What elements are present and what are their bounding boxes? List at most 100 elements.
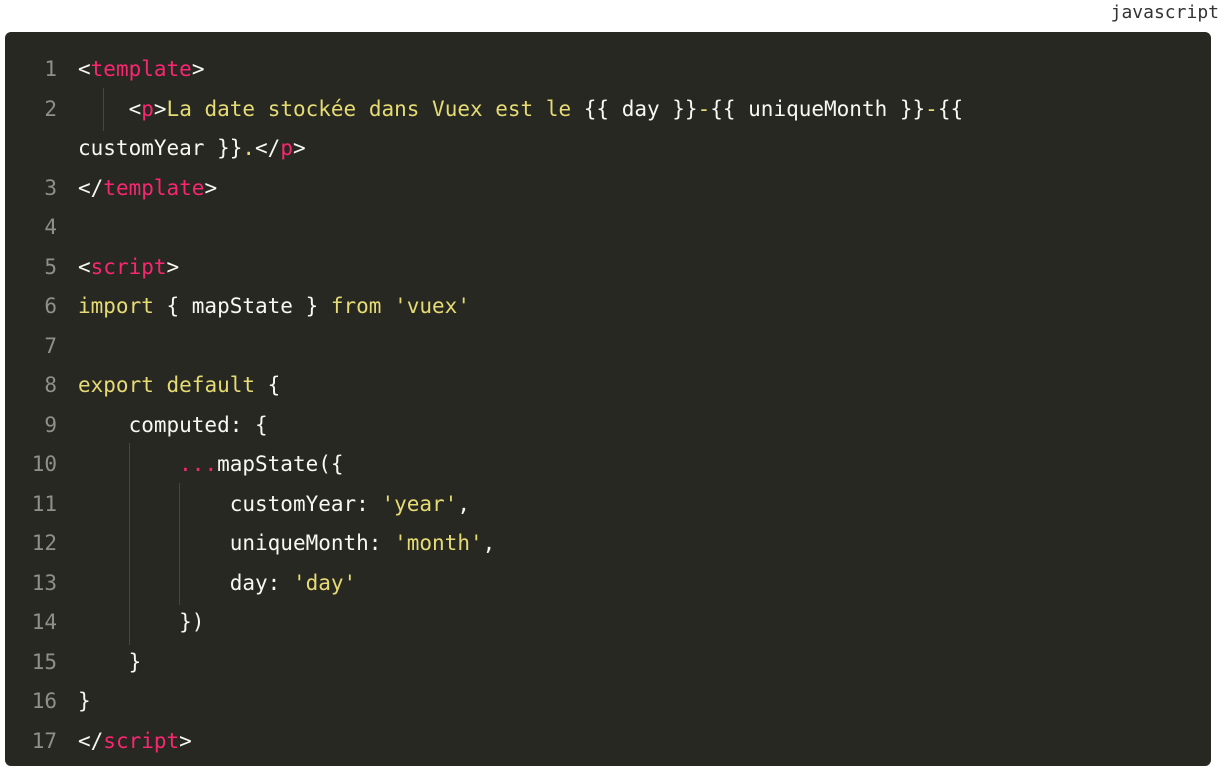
code-line: 2 <p>La date stockée dans Vuex est le {{… <box>5 87 1211 131</box>
code-token: < <box>128 96 142 121</box>
code-line: 16} <box>5 682 1211 722</box>
code-token: > <box>292 136 306 160</box>
code-token: > <box>166 254 180 279</box>
code-text: computed: { <box>57 406 268 446</box>
code-token: 'year' <box>381 491 458 516</box>
line-number: 7 <box>44 333 57 358</box>
code-text: export default { <box>57 366 280 406</box>
code-token: from <box>330 294 382 318</box>
code-text: ...mapState({ <box>57 443 344 486</box>
code-text: <script> <box>57 248 179 288</box>
line-number: 4 <box>44 215 57 239</box>
line-number: 1 <box>44 57 57 81</box>
code-line: 9 computed: { <box>5 406 1211 446</box>
code-text: import { mapState } from 'vuex' <box>57 287 470 327</box>
line-number: 5 <box>44 254 57 279</box>
code-token: > <box>179 728 192 753</box>
indent-guide <box>128 561 180 605</box>
code-token: , <box>457 491 470 516</box>
indent-guide <box>179 561 230 605</box>
code-token: uniqueMonth: <box>229 531 395 555</box>
code-token: template <box>103 175 205 200</box>
indent-guide <box>128 522 180 565</box>
code-text: customYear: 'year', <box>57 482 470 526</box>
line-number: 14 <box>31 610 57 634</box>
indent-guide <box>103 87 128 131</box>
code-token: 'month' <box>394 531 483 555</box>
code-token: script <box>103 728 180 753</box>
code-text: <template> <box>57 50 204 90</box>
code-token: computed: { <box>128 412 268 437</box>
code-token: day: <box>229 570 293 595</box>
code-token: </ <box>255 136 281 160</box>
code-text: </template> <box>57 169 217 209</box>
code-line: 5 <script> <box>5 248 1211 288</box>
code-line: 7 <box>5 327 1211 367</box>
code-text: }) <box>57 601 204 644</box>
code-token: - <box>697 96 711 121</box>
code-text: customYear }}.</p> <box>57 129 306 169</box>
line-number: 3 <box>44 175 57 200</box>
indent-guide <box>179 482 230 526</box>
line-number <box>5 129 57 169</box>
indent-guide <box>128 482 180 526</box>
code-token: {{ <box>937 96 964 121</box>
code-token: { mapState } <box>153 294 331 318</box>
code-token: </ <box>78 175 104 200</box>
line-number: 11 <box>31 491 57 516</box>
code-block[interactable]: 1 <template> 2 <p>La date stockée dans Vue… <box>5 32 1211 766</box>
line-number: 17 <box>31 728 57 753</box>
language-label: javascript <box>1110 2 1219 23</box>
code-token: template <box>90 57 192 81</box>
code-line: 8 export default { <box>5 366 1211 406</box>
code-token: 'vuex' <box>394 294 470 318</box>
line-number: 6 <box>44 294 57 318</box>
code-text: } <box>57 643 142 683</box>
code-token: {{ day }} <box>583 96 698 121</box>
code-line: 14 }) <box>5 601 1211 644</box>
line-number: 15 <box>31 649 57 674</box>
code-text: } <box>57 682 91 722</box>
code-line: 13 day: 'day' <box>5 561 1211 605</box>
code-token: La date stockée dans Vuex est le <box>166 96 584 121</box>
line-number: 8 <box>44 373 57 397</box>
code-line: 15 } <box>5 643 1211 683</box>
code-token: } <box>78 689 91 713</box>
line-number: 2 <box>44 96 57 121</box>
code-token: ... <box>179 452 218 476</box>
code-token: > <box>191 57 205 81</box>
code-token: < <box>78 254 91 279</box>
code-token: customYear }} <box>78 136 243 160</box>
code-token: customYear: <box>229 491 382 516</box>
code-token: . <box>242 136 256 160</box>
code-token: {{ uniqueMonth }} <box>710 96 926 121</box>
line-number: 10 <box>31 452 57 476</box>
line-number: 13 <box>31 570 57 595</box>
code-token: script <box>90 254 167 279</box>
indent-guide <box>128 601 180 644</box>
code-token: , <box>482 531 496 555</box>
line-number: 12 <box>31 531 57 555</box>
code-line: 10 ...mapState({ <box>5 443 1211 486</box>
code-token: 'day' <box>292 570 357 595</box>
code-line: 12 uniqueMonth: 'month', <box>5 522 1211 565</box>
code-text: uniqueMonth: 'month', <box>57 522 496 565</box>
code-text: </script> <box>57 722 192 762</box>
code-token: { <box>255 373 281 397</box>
code-line: 4 <box>5 208 1211 248</box>
indent-guide <box>179 522 230 565</box>
code-token: export <box>78 373 154 397</box>
code-line: 17 </script> <box>5 722 1211 762</box>
code-text: day: 'day' <box>57 561 357 605</box>
code-token: mapState({ <box>217 452 344 476</box>
code-line: 11 customYear: 'year', <box>5 482 1211 526</box>
code-token: > <box>204 175 218 200</box>
